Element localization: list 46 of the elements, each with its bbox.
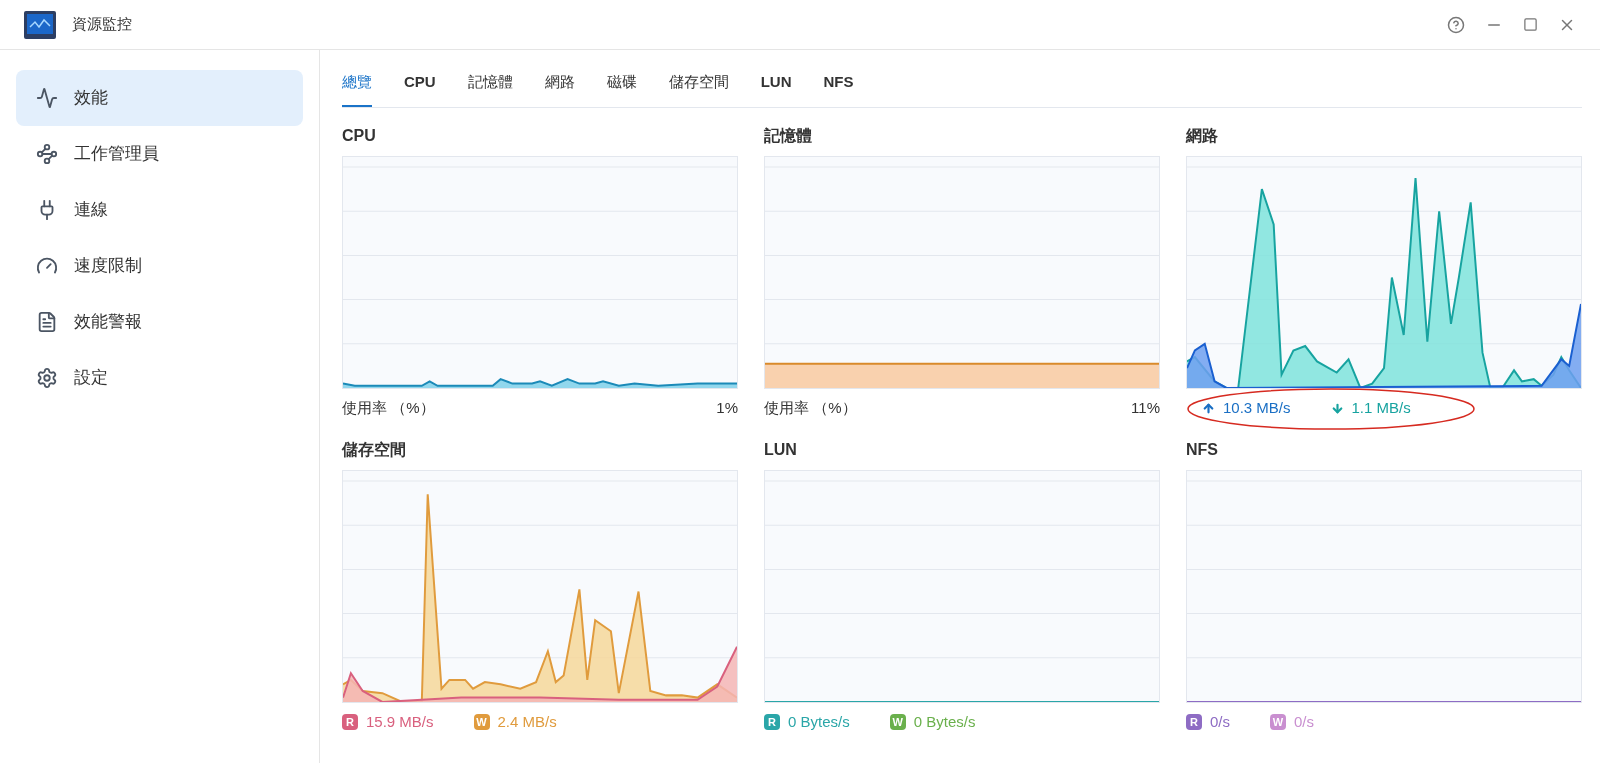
window-title: 資源監控 — [72, 14, 132, 35]
rate-value: 1.1 MB/s — [1351, 398, 1411, 418]
sidebar-item[interactable]: 工作管理員 — [16, 126, 303, 182]
sidebar-item[interactable]: 效能警報 — [16, 294, 303, 350]
sidebar-item[interactable]: 設定 — [16, 350, 303, 406]
panel-title: 記憶體 — [764, 126, 813, 146]
sidebar-item[interactable]: 速度限制 — [16, 238, 303, 294]
tab[interactable]: 儲存空間 — [668, 70, 729, 107]
panel-title: 網路 — [1186, 126, 1219, 146]
panel-title: LUN — [764, 439, 798, 460]
tab[interactable]: 總覽 — [342, 70, 372, 107]
maximize-icon[interactable] — [1523, 17, 1538, 32]
badge: W — [1270, 713, 1286, 730]
monitor-app-icon — [24, 10, 56, 39]
badge: W — [473, 713, 490, 730]
rate-value: 15.9 MB/s — [366, 711, 434, 732]
usage-label: 使用率 （%） — [764, 398, 857, 418]
settings-icon — [36, 367, 58, 389]
badge: R — [342, 713, 358, 730]
panel-title: 儲存空間 — [342, 439, 407, 460]
pulse-icon — [36, 87, 58, 109]
usage-label: 使用率 （%） — [342, 398, 435, 418]
tab[interactable]: 磁碟 — [606, 70, 637, 107]
panel-title: NFS — [1186, 439, 1219, 460]
sidebar-item[interactable]: 效能 — [16, 70, 303, 126]
rate-value: 0 Bytes/s — [913, 711, 976, 732]
rate-value: 0 Bytes/s — [788, 711, 850, 732]
nodes-icon — [36, 143, 58, 165]
usage-reading: 11% — [1131, 398, 1160, 418]
tab[interactable]: NFS — [823, 70, 854, 107]
sidebar-item[interactable]: 連線 — [16, 182, 303, 238]
usage-reading: 1% — [716, 398, 738, 418]
badge: W — [889, 713, 906, 730]
help-icon[interactable] — [1447, 15, 1465, 34]
badge: R — [1186, 713, 1202, 730]
badge: R — [764, 713, 780, 730]
rate-value: 0/s — [1210, 711, 1230, 732]
tab[interactable]: CPU — [404, 70, 436, 107]
rate-value: 0/s — [1294, 711, 1315, 732]
document-icon — [36, 311, 58, 333]
rate-value: 10.3 MB/s — [1223, 398, 1291, 418]
panel-title: CPU — [342, 126, 377, 146]
tab[interactable]: 網路 — [544, 70, 575, 107]
tab[interactable]: LUN — [760, 70, 792, 107]
rate-value: 2.4 MB/s — [497, 711, 557, 732]
tab[interactable]: 記憶體 — [467, 70, 513, 107]
